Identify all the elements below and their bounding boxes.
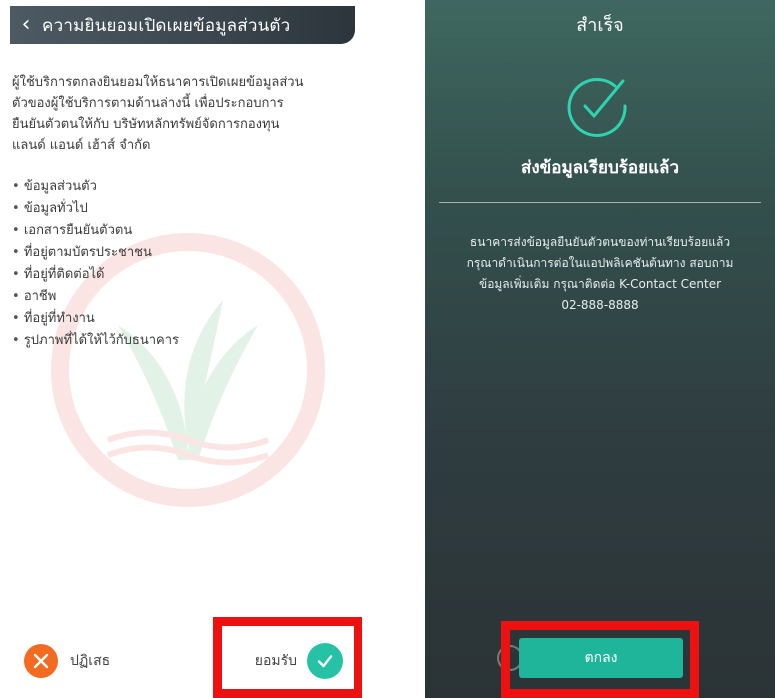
chevron-left-icon[interactable]: ‹	[10, 6, 42, 44]
success-check-icon	[567, 78, 627, 137]
list-item: ที่อยู่ตามบัตรประชาชน	[12, 242, 312, 264]
paragraph-line: ผู้ใช้บริการตกลงยินยอมให้ธนาคารเปิดเผยข้…	[12, 75, 304, 90]
list-item: ที่อยู่ที่ทำงาน	[12, 308, 312, 330]
consent-item-list: ข้อมูลส่วนตัว ข้อมูลทั่วไป เอกสารยืนยันต…	[12, 176, 312, 352]
list-item: ที่อยู่ที่ติดต่อได้	[12, 264, 312, 286]
paragraph-line: แลนด์ แอนด์ เฮ้าส์ จำกัด	[12, 138, 151, 153]
close-icon	[24, 644, 58, 678]
check-icon	[307, 643, 343, 679]
consent-screen: ‹ ความยินยอมเปิดเผยข้อมูลส่วนตัว ผู้ใช้บ…	[0, 0, 362, 698]
page-title: สำเร็จ	[576, 15, 624, 36]
message-line: 02-888-8888	[561, 298, 639, 312]
header-bar: ‹ ความยินยอมเปิดเผยข้อมูลส่วนตัว	[10, 6, 355, 44]
list-item: ข้อมูลทั่วไป	[12, 198, 312, 220]
message-line: กรุณาดำเนินการต่อในแอปพลิเคชันต้นทาง สอบ…	[466, 256, 734, 270]
consent-paragraph: ผู้ใช้บริการตกลงยินยอมให้ธนาคารเปิดเผยข้…	[12, 72, 352, 156]
divider	[439, 202, 761, 203]
list-item: เอกสารยืนยันตัวตน	[12, 220, 312, 242]
decline-button[interactable]: ปฏิเสธ	[24, 644, 110, 678]
page-title: ความยินยอมเปิดเผยข้อมูลส่วนตัว	[42, 15, 291, 36]
decline-label: ปฏิเสธ	[70, 653, 111, 669]
list-item: อาชีพ	[12, 286, 312, 308]
message-line: ข้อมูลเพิ่มเติม กรุณาติดต่อ K-Contact Ce…	[478, 277, 722, 291]
message-line: ธนาคารส่งข้อมูลยืนยันตัวตนของท่านเรียบร้…	[469, 235, 731, 249]
accept-button[interactable]: ยอมรับ	[235, 643, 343, 679]
paragraph-line: ยืนยันตัวตนให้กับ บริษัทหลักทรัพย์จัดการ…	[12, 117, 280, 132]
list-item: ข้อมูลส่วนตัว	[12, 176, 312, 198]
success-heading: ส่งข้อมูลเรียบร้อยแล้ว	[520, 158, 680, 178]
list-item: รูปภาพที่ได้ให้ไว้กับธนาคาร	[12, 330, 312, 352]
ok-button[interactable]: ตกลง	[519, 638, 683, 678]
success-message: ธนาคารส่งข้อมูลยืนยันตัวตนของท่านเรียบร้…	[437, 232, 763, 316]
paragraph-line: ตัวของผู้ใช้บริการตามด้านล่างนี้ เพื่อปร…	[12, 96, 284, 111]
accept-label: ยอมรับ	[254, 653, 297, 669]
success-screen: สำเร็จ ส่งข้อมูลเรียบร้อยแล้ว ธนาคารส่งข…	[425, 0, 775, 698]
